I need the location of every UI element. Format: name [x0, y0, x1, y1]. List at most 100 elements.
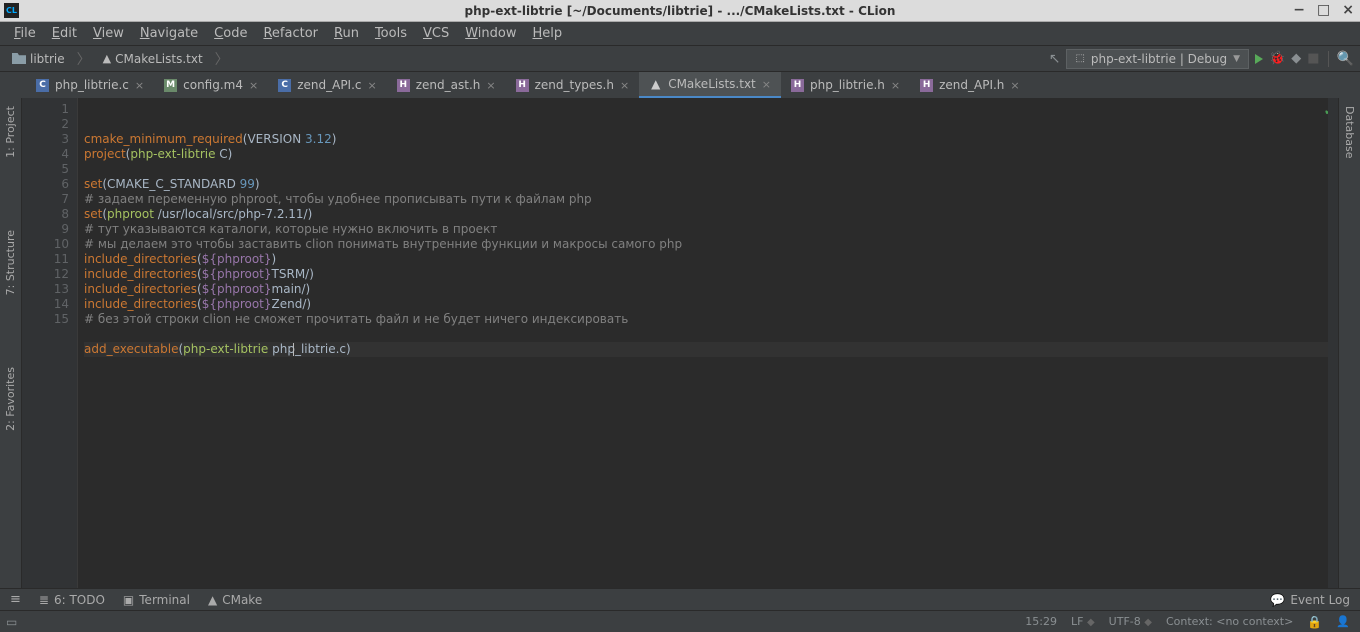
line-number[interactable]: 2: [26, 117, 69, 132]
code-line[interactable]: set(phproot /usr/local/src/php-7.2.11/): [84, 207, 1332, 222]
tab-label: php_libtrie.h: [810, 78, 885, 92]
tab-zend_api-c[interactable]: Czend_API.c×: [268, 72, 387, 98]
line-number[interactable]: 9: [26, 222, 69, 237]
code-line[interactable]: [84, 162, 1332, 177]
line-number[interactable]: 13: [26, 282, 69, 297]
file-encoding[interactable]: UTF-8 ◆: [1109, 615, 1152, 628]
breadcrumb-cmakelists.txt[interactable]: ▲CMakeLists.txt: [97, 50, 209, 68]
search-icon[interactable]: 🔍: [1337, 51, 1354, 67]
minimize-button[interactable]: −: [1293, 2, 1305, 18]
bottom-tool-terminal[interactable]: ▣Terminal: [123, 593, 190, 607]
menu-tools[interactable]: Tools: [367, 24, 415, 43]
tab-close-icon[interactable]: ×: [620, 79, 629, 92]
line-number[interactable]: 3: [26, 132, 69, 147]
tool-favorites[interactable]: 2: Favorites: [2, 361, 19, 437]
gutter[interactable]: 123456789101112131415: [22, 98, 78, 588]
tool-structure[interactable]: 7: Structure: [2, 224, 19, 301]
line-number[interactable]: 4: [26, 147, 69, 162]
menu-code[interactable]: Code: [206, 24, 255, 43]
tab-close-icon[interactable]: ×: [891, 79, 900, 92]
line-number[interactable]: 7: [26, 192, 69, 207]
run-config-selector[interactable]: ⬚ php-ext-libtrie | Debug ▼: [1066, 49, 1249, 69]
tab-zend_types-h[interactable]: Hzend_types.h×: [506, 72, 640, 98]
tab-close-icon[interactable]: ×: [762, 78, 771, 91]
tab-zend_api-h[interactable]: Hzend_API.h×: [910, 72, 1030, 98]
code-area[interactable]: cmake_minimum_required(VERSION 3.12)proj…: [78, 98, 1338, 588]
run-config-label: php-ext-libtrie | Debug: [1091, 52, 1227, 66]
menu-navigate[interactable]: Navigate: [132, 24, 206, 43]
line-number[interactable]: 10: [26, 237, 69, 252]
token: set: [84, 177, 102, 191]
line-number[interactable]: 8: [26, 207, 69, 222]
tab-close-icon[interactable]: ×: [486, 79, 495, 92]
tab-php_libtrie-h[interactable]: Hphp_libtrie.h×: [781, 72, 910, 98]
code-line[interactable]: add_executable(php-ext-libtrie php_libtr…: [84, 342, 1332, 357]
hector-icon[interactable]: 👤: [1336, 615, 1350, 628]
code-line[interactable]: project(php-ext-libtrie C): [84, 147, 1332, 162]
breadcrumb-libtrie[interactable]: libtrie: [6, 50, 71, 68]
token: phproot: [107, 207, 154, 221]
line-number[interactable]: 12: [26, 267, 69, 282]
menu-help[interactable]: Help: [525, 24, 571, 43]
line-number[interactable]: 14: [26, 297, 69, 312]
tab-php_libtrie-c[interactable]: Cphp_libtrie.c×: [26, 72, 154, 98]
tab-close-icon[interactable]: ×: [249, 79, 258, 92]
h-file-icon: H: [920, 79, 933, 92]
tab-label: CMakeLists.txt: [668, 77, 756, 91]
bottom-tool-todo[interactable]: ≣6: TODO: [39, 593, 105, 607]
code-line[interactable]: # задаем переменную phproot, чтобы удобн…: [84, 192, 1332, 207]
code-line[interactable]: # мы делаем это чтобы заставить clion по…: [84, 237, 1332, 252]
menu-refactor[interactable]: Refactor: [255, 24, 326, 43]
bottom-tool-strip: ≡ ≣6: TODO ▣Terminal ▲CMake 💬 Event Log: [0, 588, 1360, 610]
debug-button[interactable]: 🐞: [1269, 51, 1285, 66]
stop-button[interactable]: ■: [1307, 51, 1319, 66]
code-line[interactable]: include_directories(${phproot}TSRM/): [84, 267, 1332, 282]
token: include_directories: [84, 267, 197, 281]
code-line[interactable]: include_directories(${phproot}Zend/): [84, 297, 1332, 312]
line-number[interactable]: 5: [26, 162, 69, 177]
lock-icon[interactable]: 🔒: [1307, 615, 1322, 629]
code-line[interactable]: include_directories(${phproot}main/): [84, 282, 1332, 297]
code-line[interactable]: # без этой строки clion не сможет прочит…: [84, 312, 1332, 327]
caret-position[interactable]: 15:29: [1025, 615, 1057, 628]
code-line[interactable]: include_directories(${phproot}): [84, 252, 1332, 267]
tab-config-m4[interactable]: Mconfig.m4×: [154, 72, 268, 98]
line-number[interactable]: 15: [26, 312, 69, 327]
bottom-tool-cmake[interactable]: ▲CMake: [208, 593, 262, 607]
coverage-button[interactable]: ◆: [1291, 51, 1301, 66]
close-window-button[interactable]: ×: [1342, 2, 1354, 18]
tab-close-icon[interactable]: ×: [368, 79, 377, 92]
tab-close-icon[interactable]: ×: [1010, 79, 1019, 92]
menu-run[interactable]: Run: [326, 24, 367, 43]
maximize-button[interactable]: □: [1317, 2, 1330, 18]
code-editor[interactable]: 123456789101112131415 cmake_minimum_requ…: [22, 98, 1338, 588]
tab-cmakelists-txt[interactable]: ▲CMakeLists.txt×: [639, 72, 781, 98]
menu-window[interactable]: Window: [457, 24, 524, 43]
menu-vcs[interactable]: VCS: [415, 24, 457, 43]
line-separator[interactable]: LF ◆: [1071, 615, 1095, 628]
scrollbar-stripe[interactable]: [1328, 98, 1338, 588]
code-line[interactable]: [84, 327, 1332, 342]
code-line[interactable]: set(CMAKE_C_STANDARD 99): [84, 177, 1332, 192]
token: 99: [240, 177, 255, 191]
collapse-icon[interactable]: ≡: [10, 592, 21, 607]
run-button[interactable]: [1255, 54, 1263, 64]
tab-zend_ast-h[interactable]: Hzend_ast.h×: [387, 72, 506, 98]
menu-edit[interactable]: Edit: [44, 24, 85, 43]
breadcrumb: libtrie〉▲CMakeLists.txt〉: [6, 49, 229, 69]
context-status[interactable]: Context: <no context>: [1166, 615, 1293, 628]
tool-project[interactable]: 1: Project: [2, 100, 19, 164]
back-icon[interactable]: ↖: [1049, 51, 1061, 67]
code-line[interactable]: # тут указываются каталоги, которые нужн…: [84, 222, 1332, 237]
tool-database[interactable]: Database: [1341, 100, 1358, 165]
line-number[interactable]: 6: [26, 177, 69, 192]
menu-view[interactable]: View: [85, 24, 132, 43]
line-number[interactable]: 1: [26, 102, 69, 117]
code-line[interactable]: cmake_minimum_required(VERSION 3.12): [84, 132, 1332, 147]
token: ): [332, 132, 337, 146]
event-log-button[interactable]: 💬 Event Log: [1270, 593, 1350, 607]
line-number[interactable]: 11: [26, 252, 69, 267]
tab-close-icon[interactable]: ×: [135, 79, 144, 92]
menu-file[interactable]: File: [6, 24, 44, 43]
status-window-icon[interactable]: ▭: [6, 615, 17, 629]
